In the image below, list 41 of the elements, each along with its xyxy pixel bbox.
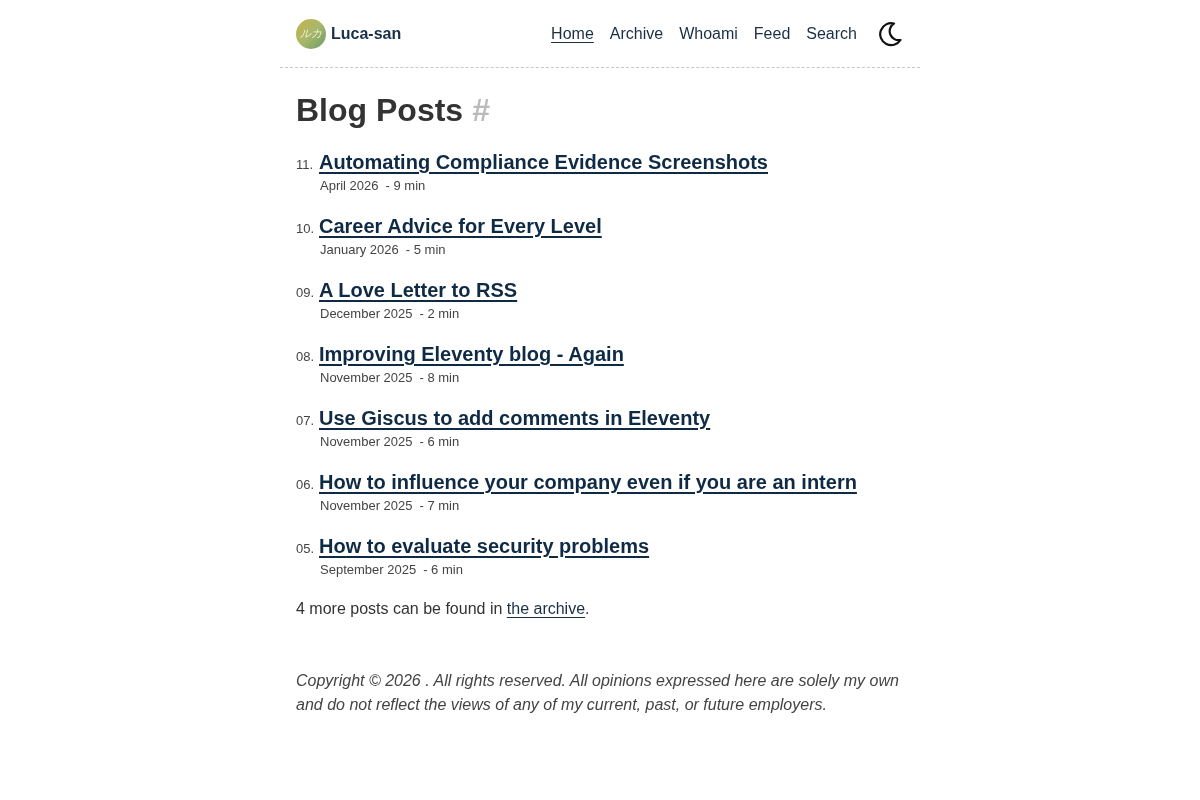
nav-link[interactable]: Feed [753, 21, 791, 46]
reading-time: - 6 min [423, 561, 463, 579]
post-date: September 2025 [320, 561, 417, 579]
post-title-link[interactable]: Career Advice for Every Level [319, 212, 602, 240]
nav-link[interactable]: Search [806, 21, 857, 46]
page-title: Blog Posts [296, 91, 464, 130]
theme-toggle-button[interactable] [876, 19, 904, 48]
nav-link[interactable]: Whoami [679, 21, 738, 46]
post-title-link[interactable]: How to evaluate security problems [319, 532, 650, 560]
reading-time: - 5 min [405, 241, 446, 259]
post-date: November 2025 [320, 433, 413, 451]
moon-icon [877, 20, 903, 47]
post-number: 09. [296, 284, 315, 302]
nav-link[interactable]: Archive [609, 21, 664, 46]
post-title-link[interactable]: Automating Compliance Evidence Screenshots [319, 148, 768, 176]
reading-time: - 9 min [385, 177, 426, 195]
post-title-link[interactable]: Use Giscus to add comments in Eleventy [319, 404, 711, 432]
post-number: 07. [296, 412, 315, 430]
post-title-link[interactable]: How to influence your company even if you are an intern [319, 468, 857, 496]
post-number: 05. [296, 540, 315, 558]
post-number: 11. [296, 156, 315, 174]
post-date: November 2025 [320, 497, 413, 515]
post-date: April 2026 [320, 177, 379, 195]
nav-link[interactable]: Home [551, 21, 594, 46]
reading-time: - 7 min [419, 497, 460, 515]
post-number: 06. [296, 476, 315, 494]
post-date: December 2025 [320, 305, 413, 323]
site-home-link[interactable]: ルカ Luca-san [296, 18, 402, 49]
post-title-link[interactable]: A Love Letter to RSS [319, 276, 518, 304]
archive-link[interactable]: the archive [506, 600, 586, 617]
post-date: January 2026 [320, 241, 399, 259]
reading-time: - 6 min [419, 433, 460, 451]
post-title-link[interactable]: Improving Eleventy blog - Again [319, 340, 624, 368]
reading-time: - 2 min [419, 305, 460, 323]
logo-badge: ルカ [296, 18, 326, 49]
post-number: 10. [296, 220, 315, 238]
more-posts-text: 4 more posts can be found in the archive. [296, 599, 591, 619]
post-number: 08. [296, 348, 315, 366]
reading-time: - 8 min [419, 369, 460, 387]
post-date: November 2025 [320, 369, 413, 387]
copyright-text: Copyright © 2026 . All rights reserved. All opinions expressed here are solely my own and do not reflect the views of any of my current, past, or future employers. [296, 671, 900, 715]
